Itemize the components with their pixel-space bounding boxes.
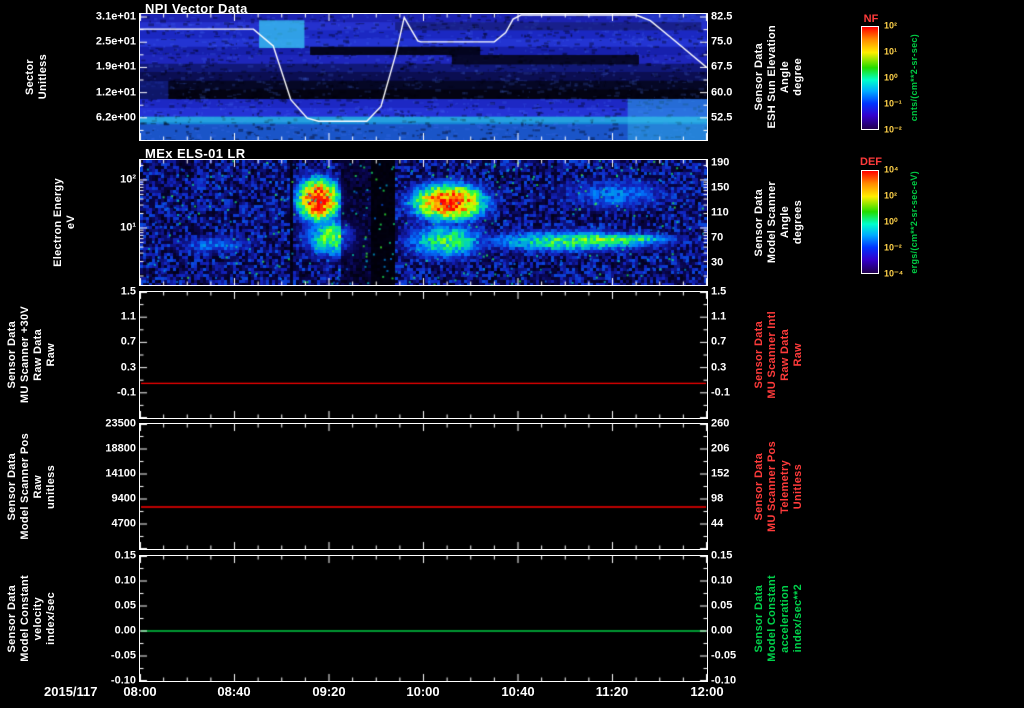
scanner-pos-plot-canvas: [139, 423, 708, 550]
y-tick-label: 0.7: [120, 335, 136, 348]
axis-label-line: Raw: [45, 343, 57, 367]
axis-label-line: Unitless: [37, 54, 49, 100]
axis-label-line: unitless: [45, 464, 57, 509]
panel5-left-axis-label: Sensor Data Model Constant velocity inde…: [6, 556, 57, 681]
axis-label-line: ESH Sun Elevation: [766, 25, 778, 129]
panel5-right-axis-label: Sensor Data Model Constant acceleration …: [753, 556, 804, 681]
axis-label-line: velocity: [32, 596, 44, 641]
y-tick-label: 10¹: [120, 221, 136, 234]
colorbar-unit-label: ergs/(cm**2-sr-sec-eV): [909, 170, 919, 274]
els-spectrogram-canvas: [139, 159, 708, 286]
axis-label-line: Raw: [32, 474, 44, 499]
y-tick-label: 1.1: [120, 310, 136, 323]
x-tick-label: 09:20: [312, 684, 346, 699]
y-tick-label: 10²: [120, 173, 136, 186]
axis-label-line: Sensor Data: [6, 452, 18, 521]
y-tick-label: 0.15: [114, 549, 136, 562]
y-tick-label: 0.05: [114, 599, 136, 612]
axis-label-line: Telemetry: [779, 459, 791, 514]
axis-label-line: MU Scanner Intl: [766, 311, 778, 399]
axis-label-line: Model Scanner Pos: [19, 433, 31, 540]
colorbar2-title: DEF: [860, 156, 882, 168]
panel3-right-axis-label: Sensor Data MU Scanner Intl Raw Data Raw: [753, 292, 804, 418]
colorbar2-gradient: [861, 170, 879, 274]
y-tick-label: 2.5e+01: [95, 35, 136, 48]
axis-label-line: Sensor Data: [6, 321, 18, 389]
y-tick-label: 0.00: [114, 624, 136, 637]
axis-label-line: Sector: [24, 58, 36, 96]
axis-label-line: Sensor Data: [753, 584, 765, 653]
x-tick-label: 11:20: [595, 684, 629, 699]
date-label: 2015/117: [44, 684, 98, 699]
axis-label-line: Model Scanner: [766, 181, 778, 264]
axis-label-line: Electron Energy: [52, 178, 64, 267]
axis-label-line: Raw Data: [32, 329, 44, 381]
y-tick-label: 4700: [111, 517, 136, 530]
y-tick-label: 18800: [105, 442, 136, 455]
axis-label-line: Sensor Data: [753, 321, 765, 389]
y-tick-label: 0.10: [114, 574, 136, 587]
colorbar1-gradient: [861, 26, 879, 130]
panel5-left-ticks: 0.15 0.10 0.05 0.00 -0.05 -0.10: [74, 550, 136, 686]
axis-label-line: MU Scanner Pos: [766, 440, 778, 532]
colorbar1-unit: cnts/(cm**2-sr-sec): [908, 16, 920, 140]
axis-label-line: Model Constant: [766, 575, 778, 662]
y-tick-label: 1.9e+01: [95, 60, 136, 73]
axis-label-line: degrees: [792, 200, 804, 245]
axis-label-line: Sensor Data: [753, 452, 765, 521]
panel3-left-ticks: 1.5 1.1 0.7 0.3 -0.1: [74, 286, 136, 418]
panel4-right-axis-label: Sensor Data MU Scanner Pos Telemetry Uni…: [753, 424, 804, 549]
axis-label-line: Sensor Data: [753, 43, 765, 111]
colorbar2-unit: ergs/(cm**2-sr-sec-eV): [908, 160, 920, 284]
panel3-left-axis-label: Sensor Data MU Scanner +30V Raw Data Raw: [6, 292, 57, 418]
x-tick-label: 10:00: [406, 684, 440, 699]
panel1-left-ticks: 3.1e+01 2.5e+01 1.9e+01 1.2e+01 6.2e+00: [74, 10, 136, 140]
mu-scanner-raw-plot-canvas: [139, 291, 708, 419]
panel1-left-axis-label: Sector Unitless: [24, 14, 49, 140]
y-tick-label: 1.2e+01: [95, 86, 136, 99]
y-tick-label: -0.05: [110, 649, 136, 662]
panel4-left-ticks: 23500 18800 14100 9400 4700: [74, 418, 136, 549]
axis-label-line: Model Constant: [19, 575, 31, 662]
axis-label-line: Raw: [792, 343, 804, 367]
y-tick-label: 14100: [105, 467, 136, 480]
y-tick-label: -0.1: [117, 386, 136, 399]
axis-label-line: Raw Data: [779, 329, 791, 381]
x-tick-label: 08:40: [217, 684, 251, 699]
axis-label-line: Sensor Data: [753, 188, 765, 257]
axis-label-line: index/sec: [45, 592, 57, 645]
y-tick-label: 6.2e+00: [95, 111, 136, 124]
colorbar-unit-label: cnts/(cm**2-sr-sec): [909, 34, 919, 122]
axis-label-line: degree: [792, 58, 804, 96]
y-tick-label: 9400: [111, 492, 136, 505]
axis-label-line: Angle: [779, 206, 791, 239]
panel2-right-axis-label: Sensor Data Model Scanner Angle degrees: [753, 160, 804, 285]
axis-label-line: MU Scanner +30V: [19, 306, 31, 404]
axis-label-line: index/sec**2: [792, 584, 804, 653]
axis-label-line: acceleration: [779, 584, 791, 653]
axis-label-line: Unitless: [792, 463, 804, 510]
panel4-left-axis-label: Sensor Data Model Scanner Pos Raw unitle…: [6, 424, 57, 549]
cdaweb-plot-screen: NPI Vector Data Sector Unitless 3.1e+01 …: [0, 0, 1024, 708]
model-constant-plot-canvas: [139, 555, 708, 682]
x-tick-label: 08:00: [123, 684, 157, 699]
panel1-right-axis-label: Sensor Data ESH Sun Elevation Angle degr…: [753, 14, 804, 140]
y-tick-label: 3.1e+01: [95, 10, 136, 23]
y-tick-label: 0.3: [120, 361, 136, 374]
y-tick-label: 1.5: [120, 285, 136, 298]
x-tick-label: 10:40: [501, 684, 535, 699]
colorbar1-title: NF: [863, 13, 879, 25]
y-tick-label: 23500: [105, 417, 136, 430]
npi-spectrogram-canvas: [139, 13, 708, 141]
panel2-left-ticks: 10² 10¹: [74, 160, 136, 285]
axis-label-line: Angle: [779, 60, 791, 94]
x-tick-label: 12:00: [690, 684, 724, 699]
axis-label-line: Sensor Data: [6, 584, 18, 653]
